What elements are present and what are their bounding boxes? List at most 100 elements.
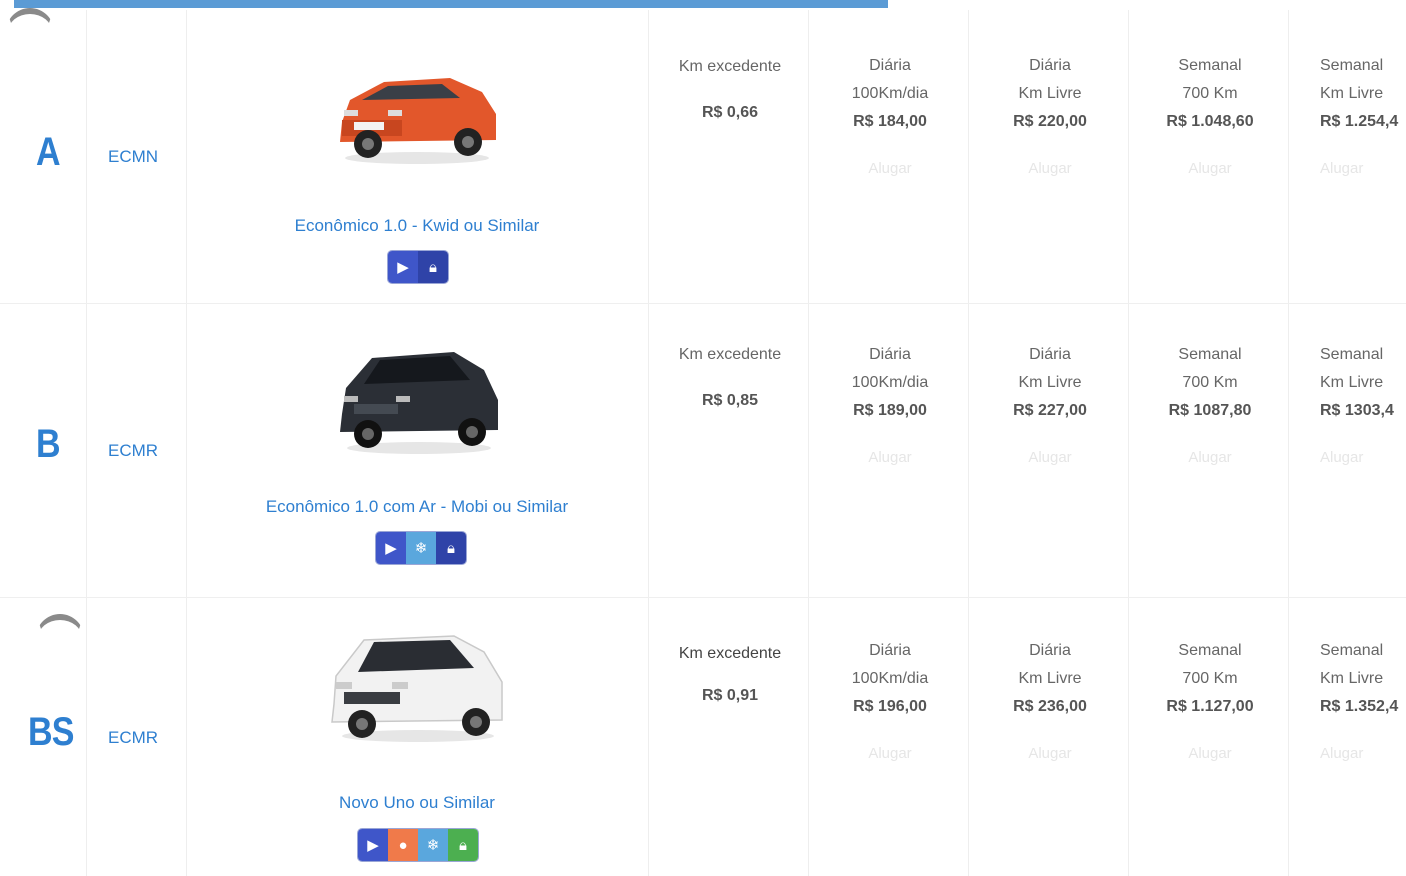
plan-title: Semanal	[1320, 642, 1384, 659]
km-excedente-label: Km excedente	[678, 58, 782, 75]
row-divider	[0, 597, 1406, 598]
car-name[interactable]: Econômico 1.0 - Kwid ou Similar	[186, 216, 648, 236]
plan-subtitle: Km Livre	[1320, 670, 1384, 687]
alugar-button[interactable]: Alugar	[1320, 449, 1406, 466]
plan-title: Diária	[869, 346, 911, 363]
plan-price: R$ 1.254,4	[1320, 113, 1399, 130]
plan-title: Semanal	[1320, 346, 1384, 363]
plan-diaria-km-livre: Diária Km Livre R$ 227,00 Alugar	[970, 341, 1130, 466]
km-excedente-label: Km excedente	[678, 645, 782, 662]
air-conditioning-icon: ❄	[406, 532, 436, 564]
car-name[interactable]: Econômico 1.0 com Ar - Mobi ou Similar	[186, 497, 648, 517]
lock-icon: 🔒︎	[436, 532, 466, 564]
grid-line	[808, 10, 809, 876]
feature-icons: ▶ ❄ 🔒︎	[376, 532, 466, 564]
loading-spinner-icon	[6, 8, 54, 56]
car-image-mobi[interactable]	[334, 344, 504, 456]
plan-price: R$ 184,00	[853, 113, 927, 130]
grid-line	[186, 10, 187, 876]
alugar-button[interactable]: Alugar	[970, 449, 1130, 466]
plan-diaria-100km: Diária 100Km/dia R$ 184,00 Alugar	[810, 52, 970, 177]
car-image-uno[interactable]	[328, 630, 508, 744]
plan-title: Semanal	[1320, 57, 1384, 74]
alugar-button[interactable]: Alugar	[1130, 449, 1290, 466]
airbag-icon: ●	[388, 829, 418, 861]
plan-subtitle: 700 Km	[1182, 374, 1238, 391]
grid-line	[648, 10, 649, 876]
row-divider	[0, 303, 1406, 304]
car-image-kwid[interactable]	[332, 62, 502, 166]
group-code: ECMN	[108, 147, 159, 166]
car-name[interactable]: Novo Uno ou Similar	[186, 793, 648, 813]
feature-icons: ▶ 🔒︎	[388, 251, 448, 283]
alugar-button[interactable]: Alugar	[1320, 745, 1406, 762]
alugar-button[interactable]: Alugar	[970, 160, 1130, 177]
group-letter: BS	[28, 710, 74, 754]
play-icon: ▶	[376, 532, 406, 564]
alugar-button[interactable]: Alugar	[970, 745, 1130, 762]
plan-diaria-100km: Diária 100Km/dia R$ 189,00 Alugar	[810, 341, 970, 466]
plan-subtitle: Km Livre	[1018, 670, 1082, 687]
plan-semanal-km-livre: Semanal Km Livre R$ 1303,4 Alugar	[1290, 341, 1406, 466]
plan-title: Diária	[1029, 57, 1071, 74]
lock-icon: 🔒︎	[418, 251, 448, 283]
alugar-button[interactable]: Alugar	[810, 745, 970, 762]
alugar-button[interactable]: Alugar	[810, 449, 970, 466]
alugar-button[interactable]: Alugar	[1130, 160, 1290, 177]
alugar-button[interactable]: Alugar	[1130, 745, 1290, 762]
play-icon: ▶	[388, 251, 418, 283]
plan-subtitle: 700 Km	[1182, 670, 1238, 687]
plan-title: Diária	[1029, 642, 1071, 659]
km-excedente-label: Km excedente	[678, 346, 782, 363]
plan-subtitle: Km Livre	[1320, 374, 1384, 391]
plan-subtitle: Km Livre	[1018, 374, 1082, 391]
plan-price: R$ 1.127,00	[1166, 698, 1254, 715]
group-code: ECMR	[108, 728, 159, 747]
km-excedente-price: R$ 0,66	[701, 104, 759, 121]
play-icon: ▶	[358, 829, 388, 861]
km-excedente: Km excedente R$ 0,85	[650, 346, 810, 410]
plan-semanal-700km: Semanal 700 Km R$ 1.048,60 Alugar	[1130, 52, 1290, 177]
plan-title: Semanal	[1178, 57, 1242, 74]
km-excedente-price: R$ 0,85	[701, 392, 759, 409]
km-excedente-price: R$ 0,91	[701, 687, 759, 704]
plan-title: Diária	[1029, 346, 1071, 363]
plan-price: R$ 236,00	[1013, 698, 1087, 715]
plan-price: R$ 189,00	[853, 402, 927, 419]
plan-price: R$ 220,00	[1013, 113, 1087, 130]
km-excedente: Km excedente R$ 0,66	[650, 58, 810, 122]
alugar-button[interactable]: Alugar	[810, 160, 970, 177]
plan-subtitle: 100Km/dia	[851, 670, 929, 687]
group-letter: A	[36, 130, 61, 174]
plan-diaria-km-livre: Diária Km Livre R$ 220,00 Alugar	[970, 52, 1130, 177]
plan-title: Diária	[869, 57, 911, 74]
plan-price: R$ 1.048,60	[1166, 113, 1254, 130]
group-code: ECMR	[108, 441, 159, 460]
group-letter: B	[36, 422, 61, 466]
plan-title: Semanal	[1178, 642, 1242, 659]
plan-semanal-700km: Semanal 700 Km R$ 1.127,00 Alugar	[1130, 637, 1290, 762]
grid-line	[86, 10, 87, 876]
plan-title: Diária	[869, 642, 911, 659]
plan-price: R$ 1303,4	[1320, 402, 1394, 419]
alugar-button[interactable]: Alugar	[1320, 160, 1406, 177]
feature-icons: ▶ ● ❄ 🔒︎	[358, 829, 478, 861]
lock-icon: 🔒︎	[448, 829, 478, 861]
km-excedente: Km excedente R$ 0,91	[650, 645, 810, 705]
plan-price: R$ 196,00	[853, 698, 927, 715]
plan-price: R$ 227,00	[1013, 402, 1087, 419]
plan-semanal-700km: Semanal 700 Km R$ 1087,80 Alugar	[1130, 341, 1290, 466]
plan-subtitle: Km Livre	[1320, 85, 1384, 102]
loading-spinner-icon	[36, 614, 84, 662]
air-conditioning-icon: ❄	[418, 829, 448, 861]
top-accent-bar	[14, 0, 888, 8]
plan-diaria-100km: Diária 100Km/dia R$ 196,00 Alugar	[810, 637, 970, 762]
plan-price: R$ 1.352,4	[1320, 698, 1399, 715]
plan-subtitle: 100Km/dia	[851, 374, 929, 391]
plan-title: Semanal	[1178, 346, 1242, 363]
plan-semanal-km-livre: Semanal Km Livre R$ 1.352,4 Alugar	[1290, 637, 1406, 762]
plan-diaria-km-livre: Diária Km Livre R$ 236,00 Alugar	[970, 637, 1130, 762]
plan-price: R$ 1087,80	[1168, 402, 1252, 419]
plan-subtitle: 100Km/dia	[851, 85, 929, 102]
plan-subtitle: 700 Km	[1182, 85, 1238, 102]
